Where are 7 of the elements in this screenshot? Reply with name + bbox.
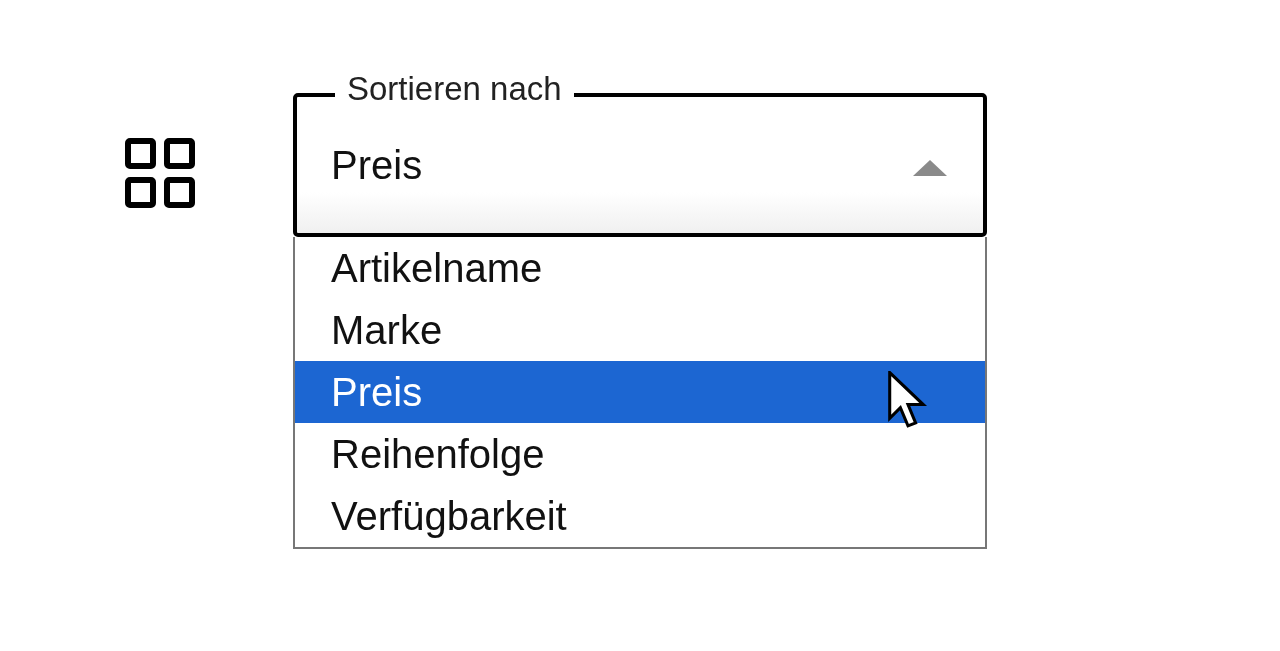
grid-view-icon[interactable]	[125, 138, 195, 208]
dropdown-option[interactable]: Artikelname	[295, 237, 985, 299]
dropdown-option[interactable]: Verfügbarkeit	[295, 485, 985, 547]
dropdown-option[interactable]: Marke	[295, 299, 985, 361]
dropdown-option[interactable]: Reihenfolge	[295, 423, 985, 485]
caret-icon	[913, 160, 947, 176]
selected-value: Preis	[331, 142, 424, 188]
